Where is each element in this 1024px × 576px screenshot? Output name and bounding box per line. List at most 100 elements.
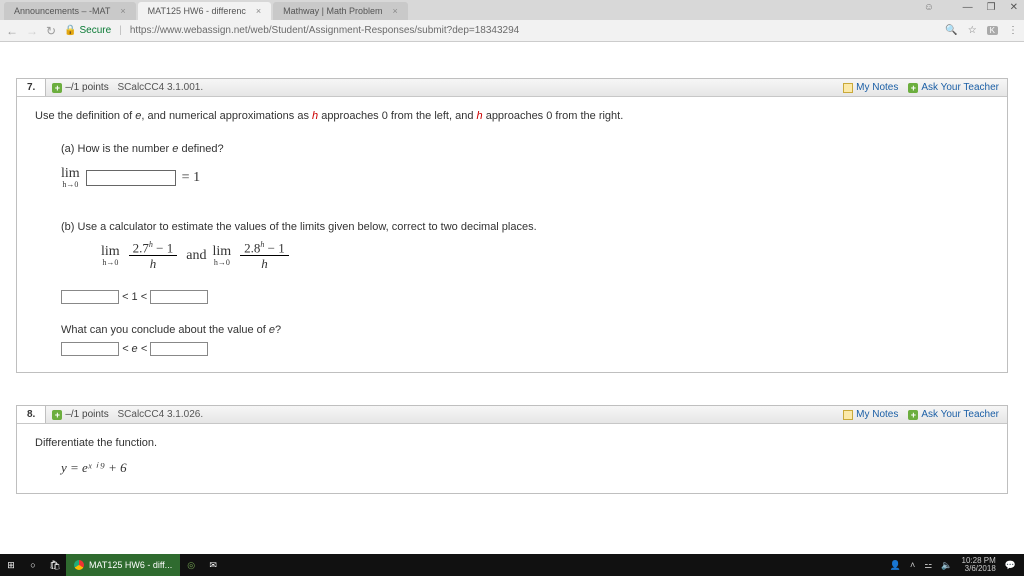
minimize-icon[interactable]: — bbox=[963, 2, 973, 13]
text: Use the definition of bbox=[35, 110, 135, 122]
people-icon[interactable]: 👤 bbox=[890, 560, 901, 571]
link-label: My Notes bbox=[856, 409, 898, 420]
chrome-taskbar-item[interactable]: MAT125 HW6 - diff... bbox=[66, 554, 180, 576]
clock[interactable]: 10:28 PM 3/6/2018 bbox=[962, 557, 996, 573]
question-header: 7. + –/1 points SCalcCC4 3.1.001. My Not… bbox=[17, 79, 1007, 97]
secure-badge: 🔒 Secure bbox=[64, 25, 111, 36]
close-icon[interactable]: × bbox=[120, 6, 125, 16]
answer-input-b2[interactable] bbox=[150, 290, 208, 304]
tab-webassign[interactable]: MAT125 HW6 - differenc × bbox=[138, 2, 271, 20]
close-window-icon[interactable]: ✕ bbox=[1010, 2, 1018, 13]
reload-icon[interactable]: ↻ bbox=[46, 24, 56, 38]
limit-symbol: limh→0 bbox=[212, 245, 231, 267]
lt-text: < 1 < bbox=[122, 291, 150, 303]
text: lim bbox=[101, 245, 120, 259]
note-icon bbox=[843, 83, 853, 93]
text: h bbox=[261, 256, 268, 270]
address-bar: ← → ↻ 🔒 Secure | https://www.webassign.ne… bbox=[0, 20, 1024, 42]
part-b-label: (b) Use a calculator to estimate the val… bbox=[61, 218, 989, 237]
forward-icon[interactable]: → bbox=[26, 24, 38, 38]
menu-icon[interactable]: ⋮ bbox=[1008, 25, 1018, 36]
zoom-icon[interactable]: 🔍 bbox=[945, 25, 957, 36]
wifi-icon[interactable]: ⚍ bbox=[924, 560, 932, 571]
link-label: My Notes bbox=[856, 82, 898, 93]
part-b: (b) Use a calculator to estimate the val… bbox=[61, 218, 989, 358]
answer-input-a[interactable] bbox=[86, 170, 176, 186]
text: h→0 bbox=[62, 181, 78, 189]
question-points[interactable]: + –/1 points SCalcCC4 3.1.001. bbox=[46, 79, 209, 96]
close-icon[interactable]: × bbox=[393, 6, 398, 16]
text: lim bbox=[61, 167, 80, 181]
tray-up-icon[interactable]: ˄ bbox=[910, 560, 915, 570]
chrome-icon bbox=[74, 560, 84, 570]
lt-text: < e < bbox=[122, 343, 150, 355]
secure-label: Secure bbox=[80, 25, 112, 36]
ask-teacher-link[interactable]: +Ask Your Teacher bbox=[908, 409, 999, 420]
link-label: Ask Your Teacher bbox=[921, 82, 999, 93]
date: 3/6/2018 bbox=[962, 565, 996, 573]
question-7: 7. + –/1 points SCalcCC4 3.1.001. My Not… bbox=[16, 78, 1008, 373]
back-icon[interactable]: ← bbox=[6, 24, 18, 38]
question-ref: SCalcCC4 3.1.026. bbox=[118, 409, 204, 420]
tab-mathway[interactable]: Mathway | Math Problem × bbox=[273, 2, 408, 20]
equals-one: = 1 bbox=[182, 166, 200, 190]
question-intro: Use the definition of e, and numerical a… bbox=[35, 107, 989, 126]
question-points[interactable]: + –/1 points SCalcCC4 3.1.026. bbox=[46, 406, 209, 423]
text: defined? bbox=[178, 143, 223, 155]
inequality-e: < e < bbox=[61, 340, 989, 359]
points-label: –/1 points bbox=[65, 82, 108, 93]
tab-announcements[interactable]: Announcements – -MAT× bbox=[4, 2, 136, 20]
conclude-prompt: What can you conclude about the value of… bbox=[61, 321, 989, 340]
inequality-1: < 1 < bbox=[61, 288, 989, 307]
cortana-icon[interactable]: ○ bbox=[22, 554, 44, 576]
text: lim bbox=[212, 245, 231, 259]
url-text[interactable]: https://www.webassign.net/web/Student/As… bbox=[130, 25, 937, 36]
question-number: 7. bbox=[17, 79, 46, 96]
text: (a) How is the number bbox=[61, 143, 172, 155]
text: h bbox=[150, 256, 157, 270]
my-notes-link[interactable]: My Notes bbox=[843, 409, 898, 420]
text: − 1 bbox=[264, 240, 284, 255]
url-sep: | bbox=[119, 25, 122, 36]
store-icon[interactable]: 🛍 bbox=[44, 554, 66, 576]
expand-icon[interactable]: + bbox=[52, 410, 62, 420]
limit-symbol: limh→0 bbox=[101, 245, 120, 267]
answer-input-e1[interactable] bbox=[61, 342, 119, 356]
fraction-27: 2.7h − 1 h bbox=[129, 241, 178, 270]
answer-input-b1[interactable] bbox=[61, 290, 119, 304]
maximize-icon[interactable]: ❐ bbox=[987, 2, 996, 13]
volume-icon[interactable]: 🔈 bbox=[941, 560, 952, 571]
tab-label: Mathway | Math Problem bbox=[283, 6, 382, 16]
tab-label: MAT125 HW6 - differenc bbox=[148, 6, 246, 16]
tab-strip: Announcements – -MAT× MAT125 HW6 - diffe… bbox=[0, 0, 1024, 20]
text: , and numerical approximations as bbox=[141, 110, 312, 122]
expand-icon[interactable]: + bbox=[52, 83, 62, 93]
ask-teacher-link[interactable]: +Ask Your Teacher bbox=[908, 82, 999, 93]
ask-icon: + bbox=[908, 83, 918, 93]
windows-taskbar: ⊞ ○ 🛍 MAT125 HW6 - diff... ◎ ✉ 👤 ˄ ⚍ 🔈 1… bbox=[0, 554, 1024, 576]
text: 2.7 bbox=[133, 240, 149, 255]
mail-icon[interactable]: ✉ bbox=[202, 554, 224, 576]
question-8: 8. + –/1 points SCalcCC4 3.1.026. My Not… bbox=[16, 405, 1008, 494]
app-label: MAT125 HW6 - diff... bbox=[89, 560, 172, 570]
text: h→0 bbox=[102, 259, 118, 267]
question-ref: SCalcCC4 3.1.001. bbox=[118, 82, 204, 93]
start-icon[interactable]: ⊞ bbox=[0, 554, 22, 576]
text: approaches 0 from the left, and bbox=[318, 110, 476, 122]
question-body: Differentiate the function. y = eˣ ⁱ ⁹ +… bbox=[17, 424, 1007, 493]
lock-icon: 🔒 bbox=[64, 25, 76, 36]
notifications-icon[interactable]: 💬 bbox=[1005, 560, 1016, 571]
fraction-28: 2.8h − 1 h bbox=[240, 241, 289, 270]
task-app-icon[interactable]: ◎ bbox=[180, 554, 202, 576]
question-body: Use the definition of e, and numerical a… bbox=[17, 97, 1007, 372]
text: 2.8 bbox=[244, 240, 260, 255]
my-notes-link[interactable]: My Notes bbox=[843, 82, 898, 93]
question-header: 8. + –/1 points SCalcCC4 3.1.026. My Not… bbox=[17, 406, 1007, 424]
close-icon[interactable]: × bbox=[256, 6, 261, 16]
and-text: and bbox=[186, 244, 206, 268]
user-icon[interactable]: ☺ bbox=[924, 2, 934, 13]
star-icon[interactable]: ☆ bbox=[968, 25, 977, 36]
equation: y = eˣ ⁱ ⁹ + 6 bbox=[61, 457, 989, 479]
extension-icon[interactable]: K bbox=[987, 26, 998, 35]
answer-input-e2[interactable] bbox=[150, 342, 208, 356]
